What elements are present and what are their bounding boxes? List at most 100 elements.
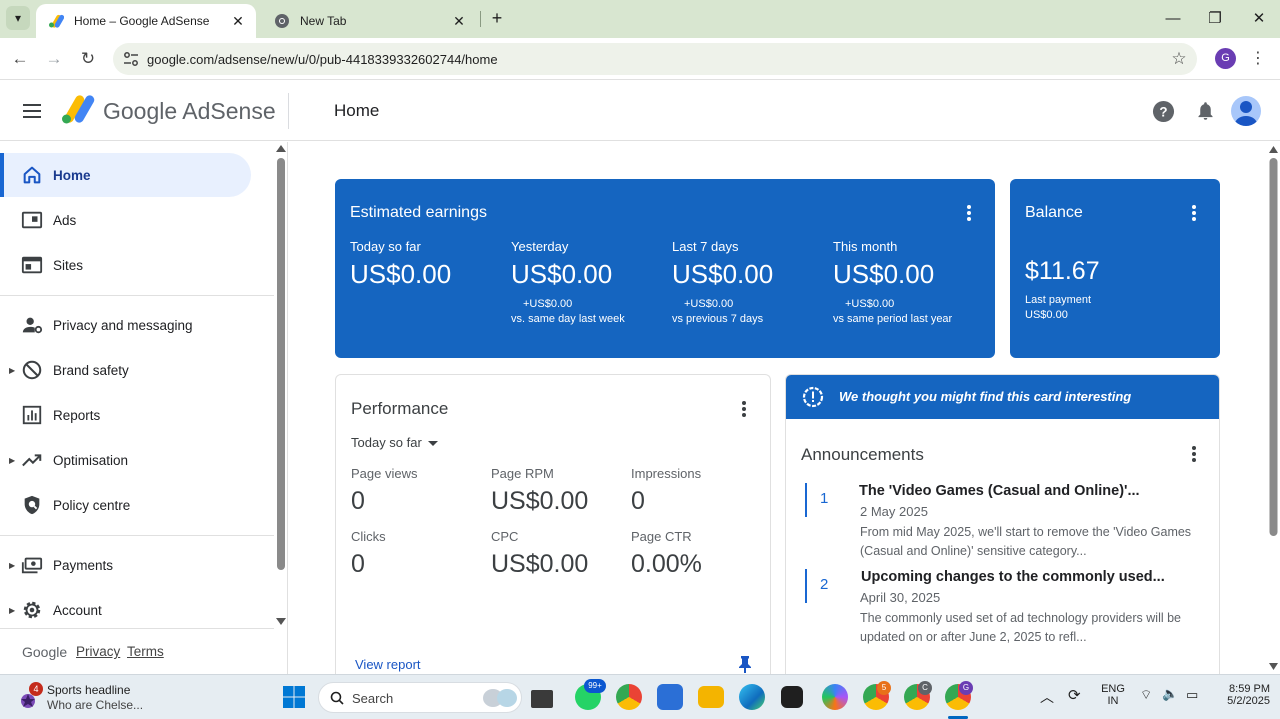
- windows-taskbar: 4 Sports headline Who are Chelse... Sear…: [0, 674, 1280, 719]
- metric-comparison: vs same period last year: [833, 313, 953, 325]
- performance-title: Performance: [351, 399, 449, 418]
- minimize-icon[interactable]: —: [1159, 8, 1187, 30]
- view-report-link[interactable]: View report: [355, 657, 421, 672]
- balance-more-icon[interactable]: [1191, 205, 1197, 221]
- account-avatar[interactable]: [1231, 96, 1261, 126]
- sidebar-item-label: Policy centre: [53, 497, 131, 513]
- forward-icon[interactable]: →: [42, 47, 66, 71]
- expand-caret-icon[interactable]: ▶: [9, 456, 15, 465]
- sidebar-item-label: Privacy and messaging: [53, 317, 193, 333]
- metric-label: Page views: [351, 466, 418, 481]
- tab-new-tab[interactable]: New Tab ✕: [262, 4, 477, 38]
- news-widget[interactable]: 4 Sports headline Who are Chelse...: [18, 681, 178, 715]
- browser-profile-avatar[interactable]: G: [1215, 48, 1236, 69]
- banner-text: We thought you might find this card inte…: [839, 389, 1132, 404]
- sidebar-item-label: Sites: [53, 257, 84, 273]
- close-tab-icon[interactable]: ✕: [449, 13, 469, 30]
- reload-icon[interactable]: ↻: [76, 47, 100, 71]
- date-range-value: Today so far: [351, 435, 422, 450]
- sidebar-item-label: Brand safety: [53, 362, 129, 378]
- battery-icon[interactable]: ▭: [1186, 687, 1198, 703]
- browser-menu-icon[interactable]: ⋮: [1250, 47, 1266, 71]
- notifications-bell-icon[interactable]: [1195, 100, 1216, 122]
- expand-caret-icon[interactable]: ▶: [9, 366, 15, 375]
- sidebar-item-brand-safety[interactable]: ▶ Brand safety: [0, 348, 251, 392]
- main-menu-icon[interactable]: [20, 99, 44, 123]
- sidebar-scrollbar[interactable]: [275, 142, 287, 628]
- footer-terms-link[interactable]: Terms: [127, 644, 164, 659]
- chrome-favicon-icon: [275, 14, 289, 28]
- metric-value: US$0.00: [491, 487, 589, 515]
- back-icon[interactable]: ←: [8, 47, 32, 71]
- language-indicator[interactable]: ENG IN: [1098, 683, 1128, 707]
- earnings-metric-this-month[interactable]: This month US$0.00 +US$0.00 vs same peri…: [833, 239, 993, 325]
- chrome-badge: G: [959, 681, 973, 695]
- performance-more-icon[interactable]: [741, 401, 747, 417]
- sync-icon[interactable]: ⟳: [1068, 686, 1081, 704]
- pin-icon[interactable]: [738, 655, 752, 673]
- volume-icon[interactable]: 🔈: [1162, 686, 1178, 702]
- address-bar[interactable]: google.com/adsense/new/u/0/pub-441833933…: [113, 43, 1197, 75]
- chrome-badge: 5: [877, 681, 891, 695]
- sidebar-item-account[interactable]: ▶ Account: [0, 588, 251, 632]
- perf-metric-page-views: Page views 0: [351, 466, 481, 516]
- capcut-icon[interactable]: [781, 686, 803, 708]
- help-icon[interactable]: ?: [1152, 100, 1175, 123]
- close-window-icon[interactable]: ✕: [1245, 8, 1273, 30]
- whatsapp-badge: 99+: [584, 679, 606, 693]
- sidebar-item-ads[interactable]: Ads: [0, 198, 251, 242]
- wifi-icon[interactable]: ⌔: [1140, 687, 1152, 703]
- expand-caret-icon[interactable]: ▶: [9, 606, 15, 615]
- metric-delta: +US$0.00: [523, 298, 573, 310]
- sidebar-item-reports[interactable]: Reports: [0, 393, 251, 437]
- announcement-number: 2: [820, 576, 829, 593]
- footer-privacy-link[interactable]: Privacy: [76, 644, 120, 659]
- metric-label: Last 7 days: [672, 239, 739, 254]
- earnings-metric-today[interactable]: Today so far US$0.00: [350, 239, 510, 290]
- sidebar-item-optimisation[interactable]: ▶ Optimisation: [0, 438, 251, 482]
- new-tab-button[interactable]: +: [486, 8, 508, 30]
- tray-overflow-icon[interactable]: ︿: [1040, 687, 1054, 707]
- metric-label: CPC: [491, 529, 519, 544]
- sidebar-item-payments[interactable]: ▶ Payments: [0, 543, 251, 587]
- main-scrollbar[interactable]: [1267, 142, 1280, 674]
- adsense-logo-icon: [62, 95, 95, 124]
- windows-start-icon[interactable]: [283, 686, 305, 708]
- tab-search-button[interactable]: ▾: [6, 6, 30, 30]
- copilot-icon[interactable]: [822, 684, 848, 710]
- sidebar-item-sites[interactable]: Sites: [0, 243, 251, 287]
- maximize-icon[interactable]: ❐: [1201, 8, 1229, 30]
- metric-value: 0.00%: [631, 550, 702, 578]
- earnings-metric-yesterday[interactable]: Yesterday US$0.00 +US$0.00 vs. same day …: [511, 239, 671, 325]
- sidebar-item-privacy[interactable]: Privacy and messaging: [0, 303, 251, 347]
- alert-icon: [802, 386, 824, 408]
- metric-value: 0: [351, 550, 365, 578]
- news-headline: Sports headline: [47, 683, 131, 697]
- perf-metric-clicks: Clicks 0: [351, 529, 481, 579]
- clock[interactable]: 8:59 PM 5/2/2025: [1212, 683, 1270, 707]
- earnings-more-icon[interactable]: [966, 205, 972, 221]
- expand-caret-icon[interactable]: ▶: [9, 561, 15, 570]
- sidebar-item-policy-centre[interactable]: Policy centre: [0, 483, 251, 527]
- site-info-icon[interactable]: [123, 51, 139, 67]
- bookmark-star-icon[interactable]: ☆: [1169, 49, 1189, 69]
- earnings-metric-last-7-days[interactable]: Last 7 days US$0.00 +US$0.00 vs previous…: [672, 239, 832, 325]
- shield-icon: [24, 495, 40, 515]
- date-range-dropdown[interactable]: Today so far: [351, 435, 438, 450]
- file-explorer-icon[interactable]: [698, 686, 724, 708]
- perf-metric-page-rpm: Page RPM US$0.00: [491, 466, 621, 516]
- search-placeholder: Search: [352, 691, 394, 706]
- tab-adsense[interactable]: Home – Google AdSense ✕: [36, 4, 256, 38]
- browser-tabstrip: ▾ Home – Google AdSense ✕ New Tab ✕ + — …: [0, 0, 1280, 38]
- edge-icon[interactable]: [739, 684, 765, 710]
- close-tab-icon[interactable]: ✕: [228, 13, 248, 30]
- app-header: Google AdSense Home ?: [0, 81, 1280, 141]
- privacy-icon: [22, 317, 43, 334]
- announcements-more-icon[interactable]: [1191, 446, 1197, 462]
- sidebar-item-home[interactable]: Home: [0, 153, 251, 197]
- taskbar-search-box[interactable]: Search: [318, 682, 522, 713]
- store-icon[interactable]: [657, 684, 683, 710]
- announcement-accent-bar: [805, 483, 807, 517]
- task-view-icon[interactable]: [531, 690, 553, 708]
- chrome-icon[interactable]: [616, 684, 642, 710]
